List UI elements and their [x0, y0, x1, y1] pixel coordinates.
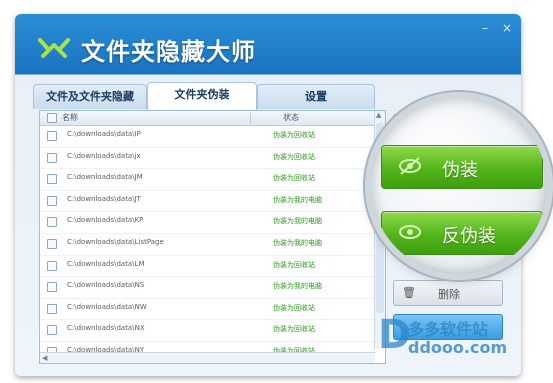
delete-label: 删除 [438, 288, 460, 301]
row-checkbox[interactable] [47, 174, 57, 185]
table-row[interactable]: C:\downloads\data\jx 伪装为回收站 [40, 148, 385, 170]
table-row[interactable]: C:\downloads\data\NX 伪装为回收站 [40, 320, 385, 342]
trash-icon: 🗑 [402, 286, 416, 299]
row-checkbox[interactable] [47, 303, 57, 314]
close-icon[interactable]: × [501, 22, 513, 34]
row-status: 伪装为我的电脑 [273, 238, 322, 247]
row-status: 伪装为回收站 [273, 260, 315, 269]
table-row[interactable]: C:\downloads\data\NW 伪装为回收站 [40, 299, 385, 321]
row-checkbox[interactable] [47, 152, 57, 163]
row-checkbox[interactable] [47, 282, 57, 293]
row-checkbox[interactable] [47, 217, 57, 228]
select-all-checkbox[interactable] [47, 113, 57, 123]
row-status: 伪装为回收站 [273, 174, 315, 183]
watermark-site-name: 多多软件站 [408, 320, 489, 339]
table-row[interactable]: C:\downloads\data\LM 伪装为回收站 [40, 256, 385, 278]
row-status: 伪装为回收站 [273, 325, 315, 334]
row-status: 伪装为我的电脑 [273, 282, 322, 291]
row-status: 伪装为我的电脑 [273, 195, 322, 204]
table-row[interactable]: C:\downloads\data\KP 伪装为我的电脑 [40, 212, 385, 234]
row-path: C:\downloads\data\NW [67, 302, 147, 311]
row-path: C:\downloads\data\LM [67, 259, 145, 268]
row-path: C:\downloads\data\NX [67, 324, 145, 333]
row-checkbox[interactable] [47, 238, 57, 249]
undisguise-label: 反伪装 [442, 226, 496, 247]
row-status: 伪装为我的电脑 [273, 217, 322, 226]
tab-settings[interactable]: 设置 [257, 84, 375, 109]
row-path: C:\downloads\data\ListPage [67, 237, 164, 246]
tab-file-hide[interactable]: 文件及文件夹隐藏 [33, 84, 147, 109]
row-path: C:\downloads\data\IP [67, 130, 141, 138]
row-path: C:\downloads\data\NS [67, 281, 145, 290]
table-row[interactable]: C:\downloads\data\IP 伪装为回收站 [40, 126, 385, 148]
table-row[interactable]: C:\downloads\data\JM 伪装为回收站 [40, 169, 385, 191]
folder-list: 名称 状态 C:\downloads\data\IP 伪装为回收站 C:\downl… [39, 110, 386, 364]
table-row[interactable]: C:\downloads\data\ListPage 伪装为我的电脑 [40, 234, 385, 256]
watermark-logo: D [378, 312, 412, 358]
column-divider[interactable] [250, 112, 251, 124]
row-path: C:\downloads\data\JT [67, 194, 141, 203]
list-body: C:\downloads\data\IP 伪装为回收站 C:\downloads\d… [40, 126, 385, 363]
app-title: 文件夹隐藏大师 [81, 38, 256, 66]
table-row[interactable]: C:\downloads\data\NS 伪装为我的电脑 [40, 277, 385, 299]
row-path: C:\downloads\data\jx [67, 151, 141, 160]
row-checkbox[interactable] [47, 195, 57, 206]
column-status[interactable]: 状态 [283, 112, 299, 123]
scroll-left-icon[interactable]: ◀ [42, 354, 47, 362]
magnifier-lens: 伪装 反伪装 [371, 98, 547, 274]
horizontal-scrollbar[interactable]: ◀ [40, 352, 375, 363]
undisguise-button[interactable]: 反伪装 [381, 211, 543, 255]
column-name[interactable]: 名称 [62, 112, 78, 123]
row-status: 伪装为回收站 [273, 131, 315, 139]
window-controls: – × [479, 22, 513, 34]
watermark: D 多多软件站 ddooo.com [378, 312, 508, 362]
table-row[interactable]: C:\downloads\data\JT 伪装为我的电脑 [40, 191, 385, 213]
list-header: 名称 状态 [40, 111, 385, 126]
eye-icon [399, 225, 421, 239]
app-logo-icon [38, 38, 70, 58]
row-path: C:\downloads\data\JM [67, 173, 143, 182]
scroll-up-icon[interactable]: ▲ [376, 111, 381, 119]
row-checkbox[interactable] [47, 260, 57, 271]
row-status: 伪装为回收站 [273, 152, 315, 161]
row-checkbox[interactable] [47, 131, 57, 141]
row-status: 伪装为回收站 [273, 303, 315, 312]
delete-button[interactable]: 🗑 删除 [393, 280, 503, 306]
minimize-icon[interactable]: – [479, 22, 491, 34]
tab-folder-disguise[interactable]: 文件夹伪装 [147, 82, 257, 110]
disguise-button[interactable]: 伪装 [381, 145, 543, 189]
watermark-domain: ddooo.com [408, 338, 508, 357]
row-path: C:\downloads\data\KP [67, 216, 144, 225]
row-checkbox[interactable] [47, 325, 57, 336]
disguise-label: 伪装 [442, 160, 478, 181]
eye-slash-icon [399, 157, 421, 175]
